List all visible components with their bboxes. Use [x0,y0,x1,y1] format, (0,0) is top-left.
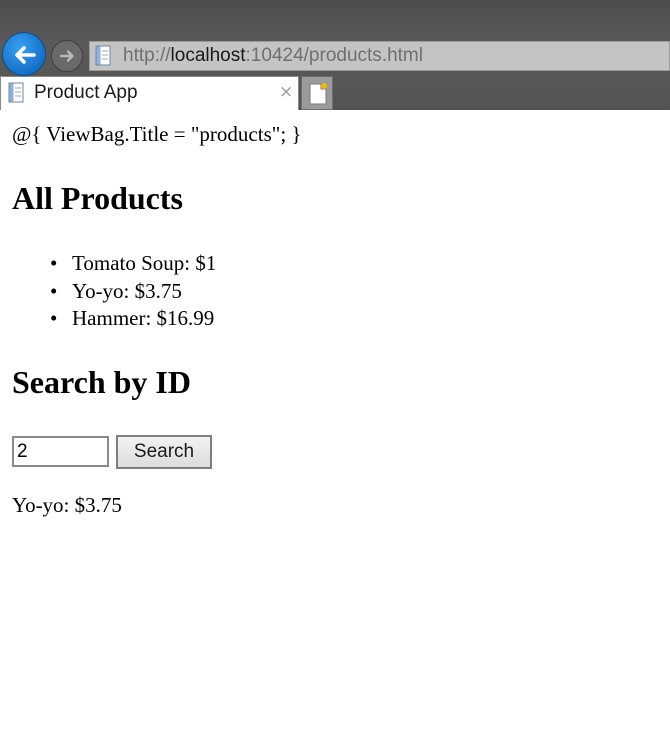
browser-chrome: http://localhost:10424/products.html Pro… [0,0,670,110]
new-tab-button[interactable] [301,76,333,110]
close-icon[interactable]: × [279,82,293,102]
list-item: • Tomato Soup: $1 [12,250,216,278]
search-heading: Search by ID [12,364,191,400]
new-tab-icon [309,83,327,105]
url-host: localhost [170,45,246,66]
forward-arrow-icon [59,50,74,62]
forward-button[interactable] [51,40,83,72]
product-text: Yo-yo: $3.75 [72,278,182,303]
product-id-input[interactable] [12,436,109,467]
product-list: • Tomato Soup: $1 • Yo-yo: $3.75 • Hammer: … [12,250,216,333]
search-result: Yo-yo: $3.75 [12,493,122,517]
all-products-heading: All Products [12,180,183,216]
product-text: Tomato Soup: $1 [72,251,217,275]
bullet: • [50,251,58,275]
bullet: • [50,306,58,330]
tab-product-app[interactable]: Product App × [0,76,299,110]
product-text: Hammer: $16.99 [72,306,215,330]
back-arrow-icon [15,46,36,64]
page-icon [8,82,24,103]
bullet: • [50,278,58,303]
address-bar[interactable]: http://localhost:10424/products.html [89,41,670,71]
list-item: • Hammer: $16.99 [12,305,216,333]
list-item: • Yo-yo: $3.75 [12,278,216,306]
tab-title: Product App [34,82,138,103]
search-button[interactable]: Search [116,435,212,469]
url-path: :10424/products.html [245,45,423,66]
back-button[interactable] [2,32,46,76]
page-icon [95,45,111,66]
razor-code-text: @{ ViewBag.Title = "products"; } [12,122,302,146]
url-text[interactable]: http://localhost:10424/products.html [123,45,423,67]
url-scheme: http:// [123,45,171,66]
